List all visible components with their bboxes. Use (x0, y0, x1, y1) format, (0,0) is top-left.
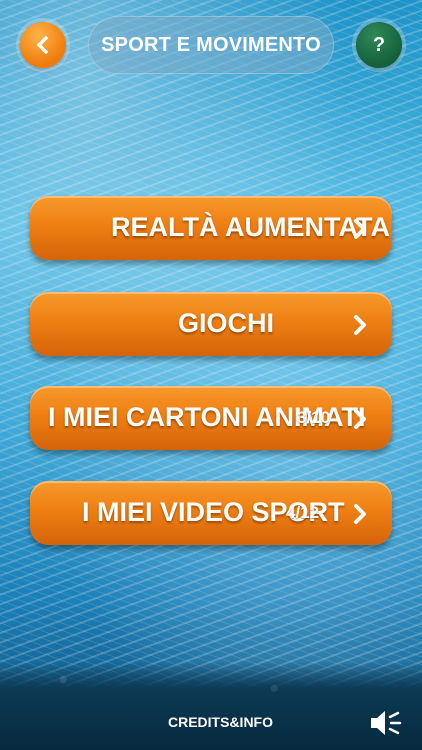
page-title: SPORT E MOVIMENTO (88, 16, 334, 74)
speaker-icon[interactable] (368, 708, 404, 738)
menu-label: GIOCHI (178, 308, 275, 338)
back-button[interactable] (20, 22, 66, 68)
credits-link[interactable]: CREDITS&INFO (168, 714, 273, 730)
help-label: ? (372, 33, 386, 56)
chevron-right-icon (354, 219, 366, 239)
augmented-reality-button[interactable]: REALTÀ AUMENTATA (30, 196, 392, 260)
chevron-left-icon (37, 36, 48, 54)
help-button[interactable]: ? (356, 22, 402, 68)
chevron-right-icon (354, 315, 366, 335)
my-sport-videos-button[interactable]: I MIEI VIDEO SPORT 4/12 (30, 481, 392, 545)
bottom-band (0, 662, 422, 750)
menu-label: REALTÀ AUMENTATA (111, 212, 390, 242)
chevron-right-icon (354, 409, 366, 429)
progress-count: 3/10 (297, 408, 331, 427)
progress-count: 4/12 (286, 503, 320, 522)
games-button[interactable]: GIOCHI (30, 292, 392, 356)
chevron-right-icon (354, 504, 366, 524)
my-cartoons-button[interactable]: I MIEI CARTONI ANIMATI 3/10 (30, 386, 392, 450)
background (0, 0, 422, 750)
